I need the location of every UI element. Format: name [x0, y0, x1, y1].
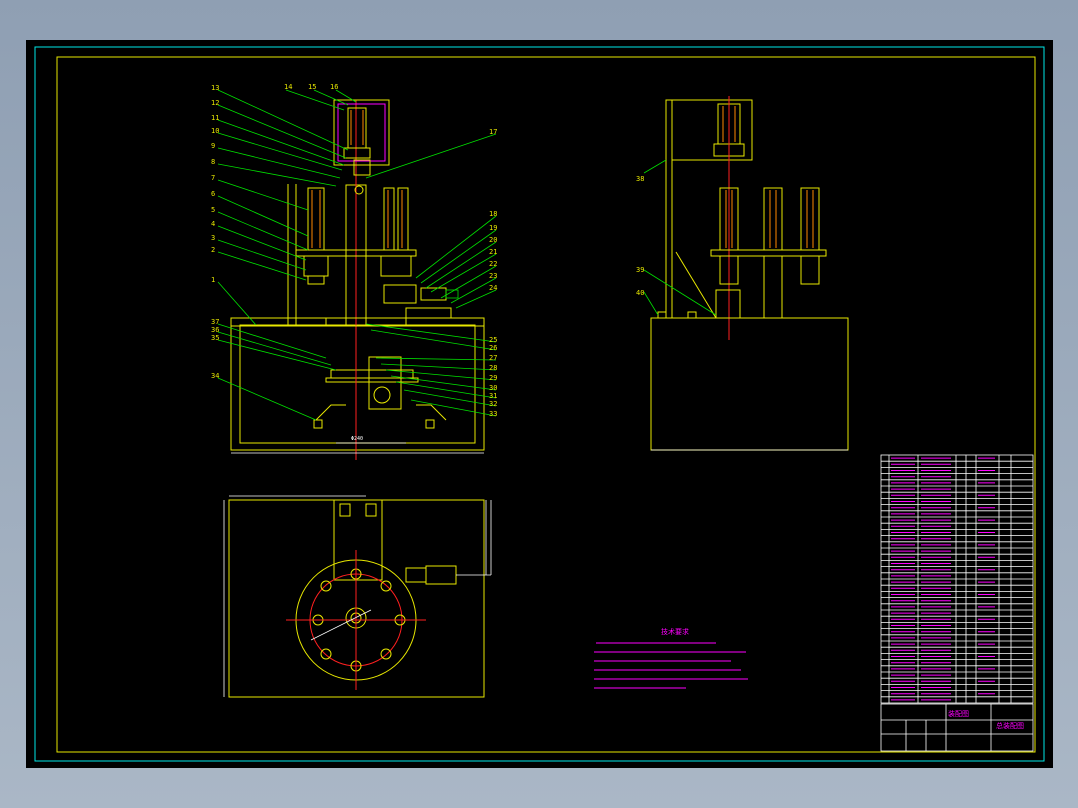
front-view: Φ240 [230, 99, 485, 460]
part-label: 32 [489, 400, 497, 408]
part-label: 37 [211, 318, 219, 326]
part-label: 8 [211, 158, 215, 166]
cad-drawing-canvas[interactable]: Φ240 技术要求 装配图 总装配图 13 12 11 10 9 8 7 6 5… [26, 40, 1053, 768]
part-label: 21 [489, 248, 497, 256]
part-label: 18 [489, 210, 497, 218]
part-label: 25 [489, 336, 497, 344]
part-label: 10 [211, 127, 219, 135]
part-label: 6 [211, 190, 215, 198]
part-label: 24 [489, 284, 497, 292]
part-label: 23 [489, 272, 497, 280]
cad-drawing: Φ240 技术要求 装配图 总装配图 131211109876543213736… [34, 46, 1045, 762]
part-label: 22 [489, 260, 497, 268]
part-label: 36 [211, 326, 219, 334]
part-label: 4 [211, 220, 215, 228]
part-label: 16 [330, 83, 338, 91]
part-label: 17 [489, 128, 497, 136]
part-label: 5 [211, 206, 215, 214]
part-label: 20 [489, 236, 497, 244]
part-label: 38 [636, 175, 644, 183]
part-label: 26 [489, 344, 497, 352]
part-label: 33 [489, 410, 497, 418]
part-label: 3 [211, 234, 215, 242]
bom-table [880, 454, 1034, 704]
top-view [223, 495, 492, 698]
part-label: 2 [211, 246, 215, 254]
tech-req-title: 技术要求 [661, 627, 689, 636]
part-label: 11 [211, 114, 219, 122]
part-label: 31 [489, 392, 497, 400]
tech-notes: 技术要求 [594, 627, 748, 689]
side-view [643, 96, 849, 451]
part-label: 15 [308, 83, 316, 91]
part-label: 12 [211, 99, 219, 107]
part-label: 28 [489, 364, 497, 372]
part-label: 35 [211, 334, 219, 342]
part-label: 27 [489, 354, 497, 362]
title-block: 装配图 总装配图 [880, 703, 1034, 752]
part-label: 29 [489, 374, 497, 382]
inner-frame [56, 56, 1036, 753]
part-label: 19 [489, 224, 497, 232]
part-label: 9 [211, 142, 215, 150]
title-drawing-no: 总装配图 [996, 721, 1024, 730]
part-label: 13 [211, 84, 219, 92]
part-label: 40 [636, 289, 644, 297]
part-label: 1 [211, 276, 215, 284]
part-label: 14 [284, 83, 292, 91]
part-label: 39 [636, 266, 644, 274]
part-label: 34 [211, 372, 219, 380]
title-name: 装配图 [948, 709, 969, 718]
part-labels: 131211109876543213736353414 15 16171819202… [211, 83, 644, 418]
svg-text:Φ240: Φ240 [351, 436, 363, 442]
part-label: 7 [211, 174, 215, 182]
part-label: 30 [489, 384, 497, 392]
outer-frame [34, 46, 1045, 762]
